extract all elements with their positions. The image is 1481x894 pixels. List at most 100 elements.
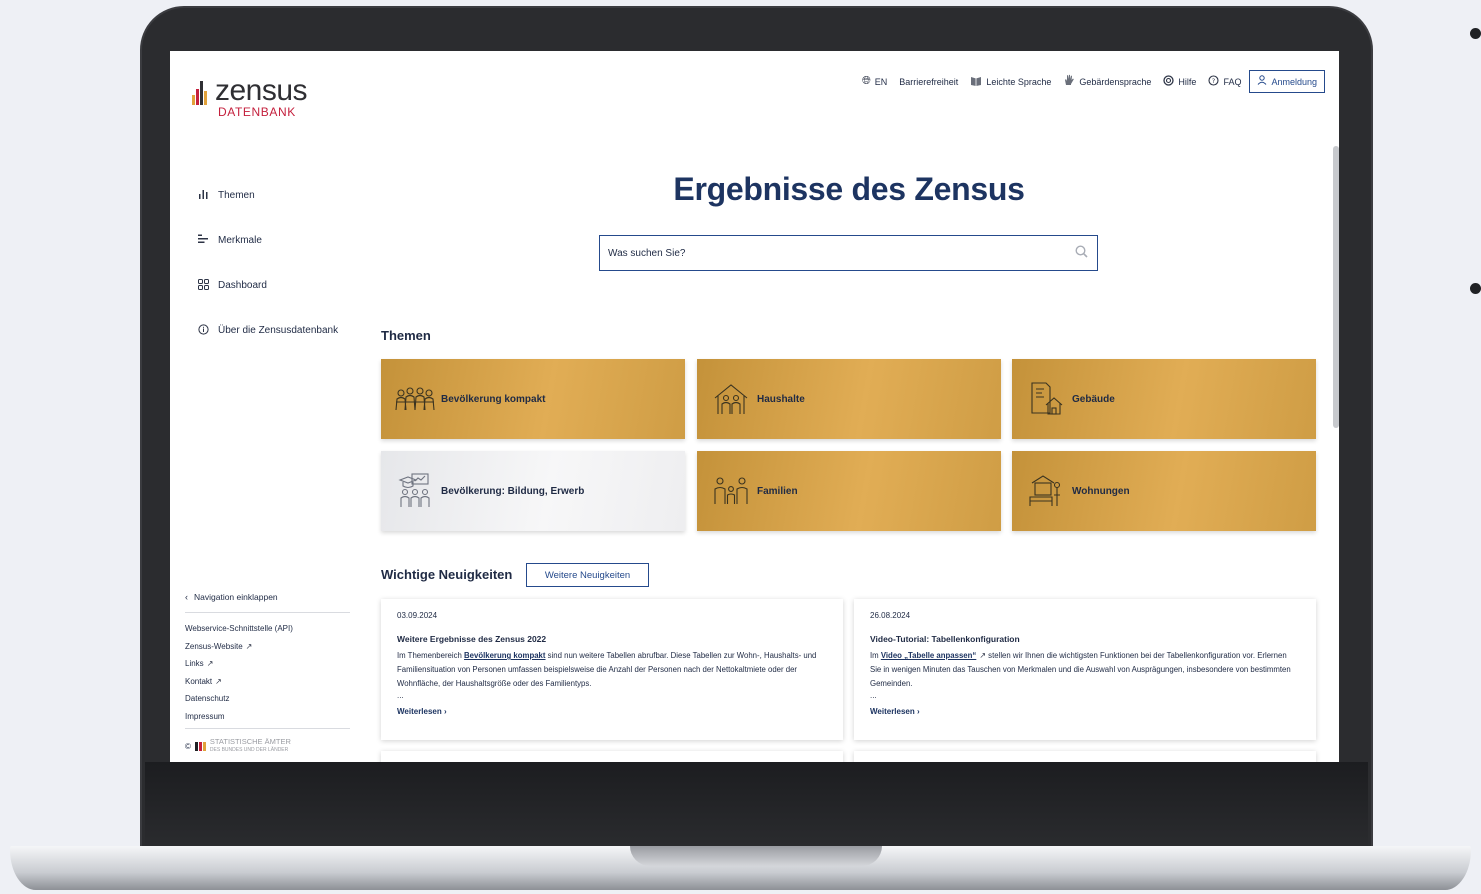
read-more-link[interactable]: Weiterlesen › xyxy=(870,707,1300,716)
statistics-offices-sub: DES BUNDES UND DER LÄNDER xyxy=(209,747,289,753)
page-title: Ergebnisse des Zensus xyxy=(673,171,1025,207)
accessibility-label: Barrierefreiheit xyxy=(899,76,959,87)
news-card-partial xyxy=(381,751,843,762)
sidebar-navigation: Themen Merkmale Dashboard Über die Zensu… xyxy=(196,173,338,353)
news-date: 03.09.2024 xyxy=(397,611,438,620)
hand-icon xyxy=(1063,74,1075,89)
statistics-offices-label: STATISTISCHE ÄMTER xyxy=(209,737,291,746)
login-label: Anmeldung xyxy=(1271,76,1317,87)
easy-language-link[interactable]: Leichte Sprache xyxy=(970,75,1051,89)
laptop-bezel xyxy=(145,762,1368,846)
news-text: Im Themenbereich Bevölkerung kompakt sin… xyxy=(397,651,817,688)
news-text: Im Video „Tabelle anpassen“ ↗ stellen wir… xyxy=(870,651,1291,688)
decorative-dot xyxy=(1470,283,1481,294)
news-title: Video-Tutorial: Tabellenkonfiguration xyxy=(870,634,1020,644)
chevron-left-icon: ‹ xyxy=(185,592,188,602)
news-inline-link[interactable]: Video „Tabelle anpassen“ xyxy=(881,651,976,660)
news-title: Weitere Ergebnisse des Zensus 2022 xyxy=(397,634,547,644)
theme-tile-bevoelkerung-kompakt[interactable]: Bevölkerung kompakt xyxy=(381,359,685,439)
accessibility-link[interactable]: Barrierefreiheit xyxy=(899,77,958,87)
decorative-dot xyxy=(1470,28,1481,39)
theme-tile-haushalte[interactable]: Haushalte xyxy=(697,359,1001,439)
news-heading: Wichtige Neuigkeiten xyxy=(381,567,513,582)
language-label: EN xyxy=(874,76,888,87)
language-switch[interactable]: 🌐︎ EN xyxy=(862,75,887,88)
help-link[interactable]: Hilfe xyxy=(1163,74,1196,89)
statistics-logo-icon xyxy=(194,741,207,751)
user-icon xyxy=(1257,75,1267,88)
theme-label: Bevölkerung kompakt xyxy=(441,393,546,405)
question-circle-icon: ? xyxy=(1208,74,1219,89)
sidebar-item-dashboard[interactable]: Dashboard xyxy=(196,263,338,308)
footer-link-links[interactable]: Links ↗ xyxy=(185,655,293,673)
zensus-logo[interactable]: zensus DATENBANK xyxy=(192,74,308,119)
faq-label: FAQ xyxy=(1223,76,1242,87)
building-icon xyxy=(1022,379,1070,419)
news-ellipsis: ... xyxy=(397,691,404,700)
browser-screen: zensus DATENBANK 🌐︎ EN Barrierefreiheit … xyxy=(170,51,1339,762)
copyright: © STATISTISCHE ÄMTER DES BUNDES UND DER … xyxy=(185,738,291,754)
theme-label: Bevölkerung: Bildung, Erwerb xyxy=(441,485,585,497)
scrollbar-thumb[interactable] xyxy=(1333,146,1339,428)
theme-label: Gebäude xyxy=(1072,393,1115,405)
theme-tile-bildung-erwerb[interactable]: Bevölkerung: Bildung, Erwerb xyxy=(381,451,685,531)
statistics-offices-logo[interactable]: STATISTISCHE ÄMTER DES BUNDES UND DER LÄ… xyxy=(194,737,291,754)
footer-link-zensus-website[interactable]: Zensus-Website ↗ xyxy=(185,638,293,656)
news-inline-link[interactable]: Bevölkerung kompakt xyxy=(464,651,545,660)
sign-language-label: Gebärdensprache xyxy=(1079,76,1152,87)
logo-name: zensus xyxy=(215,74,308,107)
sidebar-item-merkmale[interactable]: Merkmale xyxy=(196,218,338,263)
footer-link-datenschutz[interactable]: Datenschutz xyxy=(185,690,293,708)
svg-text:?: ? xyxy=(1212,77,1215,85)
footer-links: Webservice-Schnittstelle (API) Zensus-We… xyxy=(185,620,293,726)
footer-link-kontakt[interactable]: Kontakt ↗ xyxy=(185,673,293,691)
external-link-icon: ↗ xyxy=(215,676,222,686)
collapse-navigation-button[interactable]: ‹ Navigation einklappen xyxy=(185,592,278,602)
external-link-icon: ↗ xyxy=(206,659,214,669)
laptop-notch xyxy=(630,846,882,866)
lifebuoy-icon xyxy=(1163,74,1175,89)
footer-link-api[interactable]: Webservice-Schnittstelle (API) xyxy=(185,620,293,638)
search-input[interactable] xyxy=(608,247,1065,259)
news-card: 26.08.2024 Video-Tutorial: Tabellenkonfi… xyxy=(854,599,1316,740)
book-icon xyxy=(970,75,982,89)
theme-label: Wohnungen xyxy=(1072,485,1130,497)
news-ellipsis: ... xyxy=(870,691,877,700)
footer-link-impressum[interactable]: Impressum xyxy=(185,708,293,726)
grid-icon xyxy=(196,278,210,293)
theme-tile-gebaeude[interactable]: Gebäude xyxy=(1012,359,1316,439)
top-navigation: 🌐︎ EN Barrierefreiheit Leichte Sprache G… xyxy=(850,70,1325,93)
easy-language-label: Leichte Sprache xyxy=(986,76,1052,87)
news-card: 03.09.2024 Weitere Ergebnisse des Zensus… xyxy=(381,599,843,740)
apartment-icon xyxy=(1022,471,1070,511)
list-bars-icon xyxy=(196,234,210,247)
search-icon[interactable] xyxy=(1065,245,1097,261)
theme-label: Familien xyxy=(757,485,798,497)
themes-heading: Themen xyxy=(381,328,431,343)
external-link-icon: ↗ xyxy=(979,651,987,660)
household-icon xyxy=(707,379,755,419)
faq-link[interactable]: ? FAQ xyxy=(1208,74,1242,89)
sidebar-divider xyxy=(185,728,350,729)
sidebar-item-label: Merkmale xyxy=(218,235,262,246)
education-icon xyxy=(391,471,439,511)
copyright-symbol: © xyxy=(185,741,191,751)
logo-sub: DATENBANK xyxy=(218,105,296,119)
zensus-logo-icon xyxy=(192,79,210,105)
bar-chart-icon xyxy=(196,189,210,202)
globe-icon: 🌐︎ xyxy=(861,75,871,87)
theme-tile-familien[interactable]: Familien xyxy=(697,451,1001,531)
search-box[interactable] xyxy=(599,235,1098,271)
sidebar-item-themen[interactable]: Themen xyxy=(196,173,338,218)
sidebar-divider xyxy=(185,612,350,613)
info-icon xyxy=(196,323,210,338)
more-news-button[interactable]: Weitere Neuigkeiten xyxy=(526,563,649,587)
read-more-link[interactable]: Weiterlesen › xyxy=(397,707,827,716)
login-button[interactable]: Anmeldung xyxy=(1249,70,1325,93)
sidebar-item-label: Über die Zensusdatenbank xyxy=(218,325,339,336)
theme-tile-wohnungen[interactable]: Wohnungen xyxy=(1012,451,1316,531)
people-group-icon xyxy=(391,379,439,419)
sidebar-item-about[interactable]: Über die Zensusdatenbank xyxy=(196,308,338,353)
collapse-label: Navigation einklappen xyxy=(194,592,278,602)
sign-language-link[interactable]: Gebärdensprache xyxy=(1063,74,1151,89)
